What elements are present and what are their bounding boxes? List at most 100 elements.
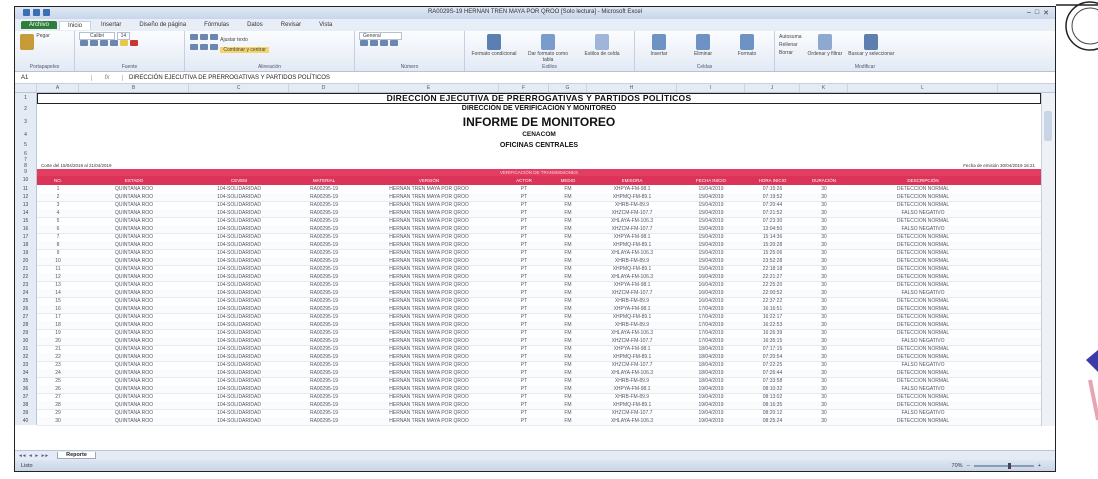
table-cell[interactable]: PT: [499, 265, 549, 273]
table-cell[interactable]: FM: [549, 257, 587, 265]
row-header[interactable]: 22: [15, 273, 37, 281]
table-cell[interactable]: FALSO NEGATIVO: [848, 361, 998, 369]
table-cell[interactable]: FM: [549, 265, 587, 273]
zoom-slider[interactable]: [973, 462, 1034, 469]
table-cell[interactable]: XHLAYA-FM-106.3: [587, 417, 677, 425]
table-cell[interactable]: 14: [37, 289, 79, 297]
table-cell[interactable]: 19/04/2019: [677, 393, 745, 401]
table-cell[interactable]: 18/04/2019: [677, 345, 745, 353]
table-cell[interactable]: 104-SOLIDARIDAD: [189, 193, 289, 201]
table-cell[interactable]: 104-SOLIDARIDAD: [189, 313, 289, 321]
table-cell[interactable]: FM: [549, 393, 587, 401]
table-cell[interactable]: 16:26:39: [745, 329, 800, 337]
table-cell[interactable]: 104-SOLIDARIDAD: [189, 257, 289, 265]
table-cell[interactable]: 18/04/2019: [677, 353, 745, 361]
table-cell[interactable]: 22:18:18: [745, 265, 800, 273]
table-cell[interactable]: 30: [800, 321, 848, 329]
table-cell[interactable]: FM: [549, 193, 587, 201]
table-cell[interactable]: HERNAN TREN MAYA POR QROO: [359, 417, 499, 425]
table-cell[interactable]: FM: [549, 377, 587, 385]
table-cell[interactable]: 104-SOLIDARIDAD: [189, 401, 289, 409]
tab-file[interactable]: Archivo: [21, 21, 58, 29]
table-cell[interactable]: 30: [800, 353, 848, 361]
table-cell[interactable]: 104-SOLIDARIDAD: [189, 217, 289, 225]
align-top-icon[interactable]: [190, 34, 198, 40]
table-cell[interactable]: 19: [37, 329, 79, 337]
table-cell[interactable]: DETECCION NORMAL: [848, 241, 998, 249]
table-cell[interactable]: HERNAN TREN MAYA POR QROO: [359, 225, 499, 233]
row-header[interactable]: 38: [15, 401, 37, 409]
table-cell[interactable]: QUINTANA ROO: [79, 265, 189, 273]
table-cell[interactable]: PT: [499, 297, 549, 305]
table-cell[interactable]: RA00295-19: [289, 385, 359, 393]
number-format-select[interactable]: General: [359, 32, 402, 40]
table-cell[interactable]: RA00295-19: [289, 337, 359, 345]
row-header[interactable]: 30: [15, 337, 37, 345]
tab-view[interactable]: Vista: [311, 21, 340, 29]
table-cell[interactable]: RA00295-19: [289, 297, 359, 305]
table-cell[interactable]: 22:00:52: [745, 289, 800, 297]
table-cell[interactable]: 30: [800, 289, 848, 297]
table-cell[interactable]: RA00295-19: [289, 217, 359, 225]
table-cell[interactable]: XHLAYA-FM-106.3: [587, 273, 677, 281]
table-cell[interactable]: HERNAN TREN MAYA POR QROO: [359, 185, 499, 193]
table-cell[interactable]: XHRB-FM-89.9: [587, 201, 677, 209]
table-cell[interactable]: 15/04/2019: [677, 185, 745, 193]
table-cell[interactable]: RA00295-19: [289, 185, 359, 193]
table-cell[interactable]: XHZCM-FM-107.7: [587, 209, 677, 217]
select-all-corner[interactable]: [15, 84, 37, 92]
underline-icon[interactable]: [100, 40, 108, 46]
table-cell[interactable]: 07:26:44: [745, 369, 800, 377]
table-cell[interactable]: RA00295-19: [289, 361, 359, 369]
table-cell[interactable]: 16/04/2019: [677, 281, 745, 289]
table-cell[interactable]: DETECCION NORMAL: [848, 297, 998, 305]
table-cell[interactable]: 07:17:15: [745, 345, 800, 353]
table-cell[interactable]: RA00295-19: [289, 313, 359, 321]
table-cell[interactable]: RA00295-19: [289, 409, 359, 417]
zoom-in-icon[interactable]: +: [1038, 463, 1041, 469]
table-cell[interactable]: 30: [800, 265, 848, 273]
table-cell[interactable]: 17/04/2019: [677, 305, 745, 313]
table-cell[interactable]: FALSO NEGATIVO: [848, 337, 998, 345]
row-header[interactable]: 35: [15, 377, 37, 385]
table-cell[interactable]: PT: [499, 241, 549, 249]
table-cell[interactable]: XHRB-FM-89.9: [587, 377, 677, 385]
table-cell[interactable]: 30: [800, 233, 848, 241]
table-cell[interactable]: 13:04:50: [745, 225, 800, 233]
table-cell[interactable]: 104-SOLIDARIDAD: [189, 249, 289, 257]
table-cell[interactable]: 16/04/2019: [677, 289, 745, 297]
table-cell[interactable]: PT: [499, 273, 549, 281]
table-cell[interactable]: XHPMQ-FM-89.1: [587, 401, 677, 409]
table-cell[interactable]: 16:35:15: [745, 337, 800, 345]
table-cell[interactable]: RA00295-19: [289, 345, 359, 353]
table-cell[interactable]: 10: [37, 257, 79, 265]
table-cell[interactable]: QUINTANA ROO: [79, 241, 189, 249]
table-cell[interactable]: XHPYA-FM-98.1: [587, 281, 677, 289]
table-cell[interactable]: RA00295-19: [289, 417, 359, 425]
table-cell[interactable]: 16:16:51: [745, 305, 800, 313]
table-cell[interactable]: PT: [499, 393, 549, 401]
table-cell[interactable]: QUINTANA ROO: [79, 361, 189, 369]
table-cell[interactable]: QUINTANA ROO: [79, 305, 189, 313]
align-bottom-icon[interactable]: [210, 34, 218, 40]
table-cell[interactable]: DETECCION NORMAL: [848, 321, 998, 329]
table-cell[interactable]: 20: [37, 337, 79, 345]
table-cell[interactable]: HERNAN TREN MAYA POR QROO: [359, 361, 499, 369]
row-header[interactable]: 21: [15, 265, 37, 273]
table-cell[interactable]: 104-SOLIDARIDAD: [189, 369, 289, 377]
table-cell[interactable]: 30: [800, 393, 848, 401]
column-header[interactable]: L: [848, 84, 998, 92]
table-cell[interactable]: QUINTANA ROO: [79, 417, 189, 425]
table-cell[interactable]: RA00295-19: [289, 193, 359, 201]
table-cell[interactable]: 30: [800, 241, 848, 249]
table-cell[interactable]: 15/04/2019: [677, 225, 745, 233]
table-cell[interactable]: FALSO NEGATIVO: [848, 409, 998, 417]
row-header[interactable]: 12: [15, 193, 37, 201]
table-cell[interactable]: 13: [37, 281, 79, 289]
table-cell[interactable]: RA00295-19: [289, 353, 359, 361]
table-cell[interactable]: QUINTANA ROO: [79, 353, 189, 361]
table-cell[interactable]: 30: [800, 257, 848, 265]
table-cell[interactable]: 07:22:25: [745, 361, 800, 369]
table-cell[interactable]: 104-SOLIDARIDAD: [189, 329, 289, 337]
table-cell[interactable]: FM: [549, 289, 587, 297]
